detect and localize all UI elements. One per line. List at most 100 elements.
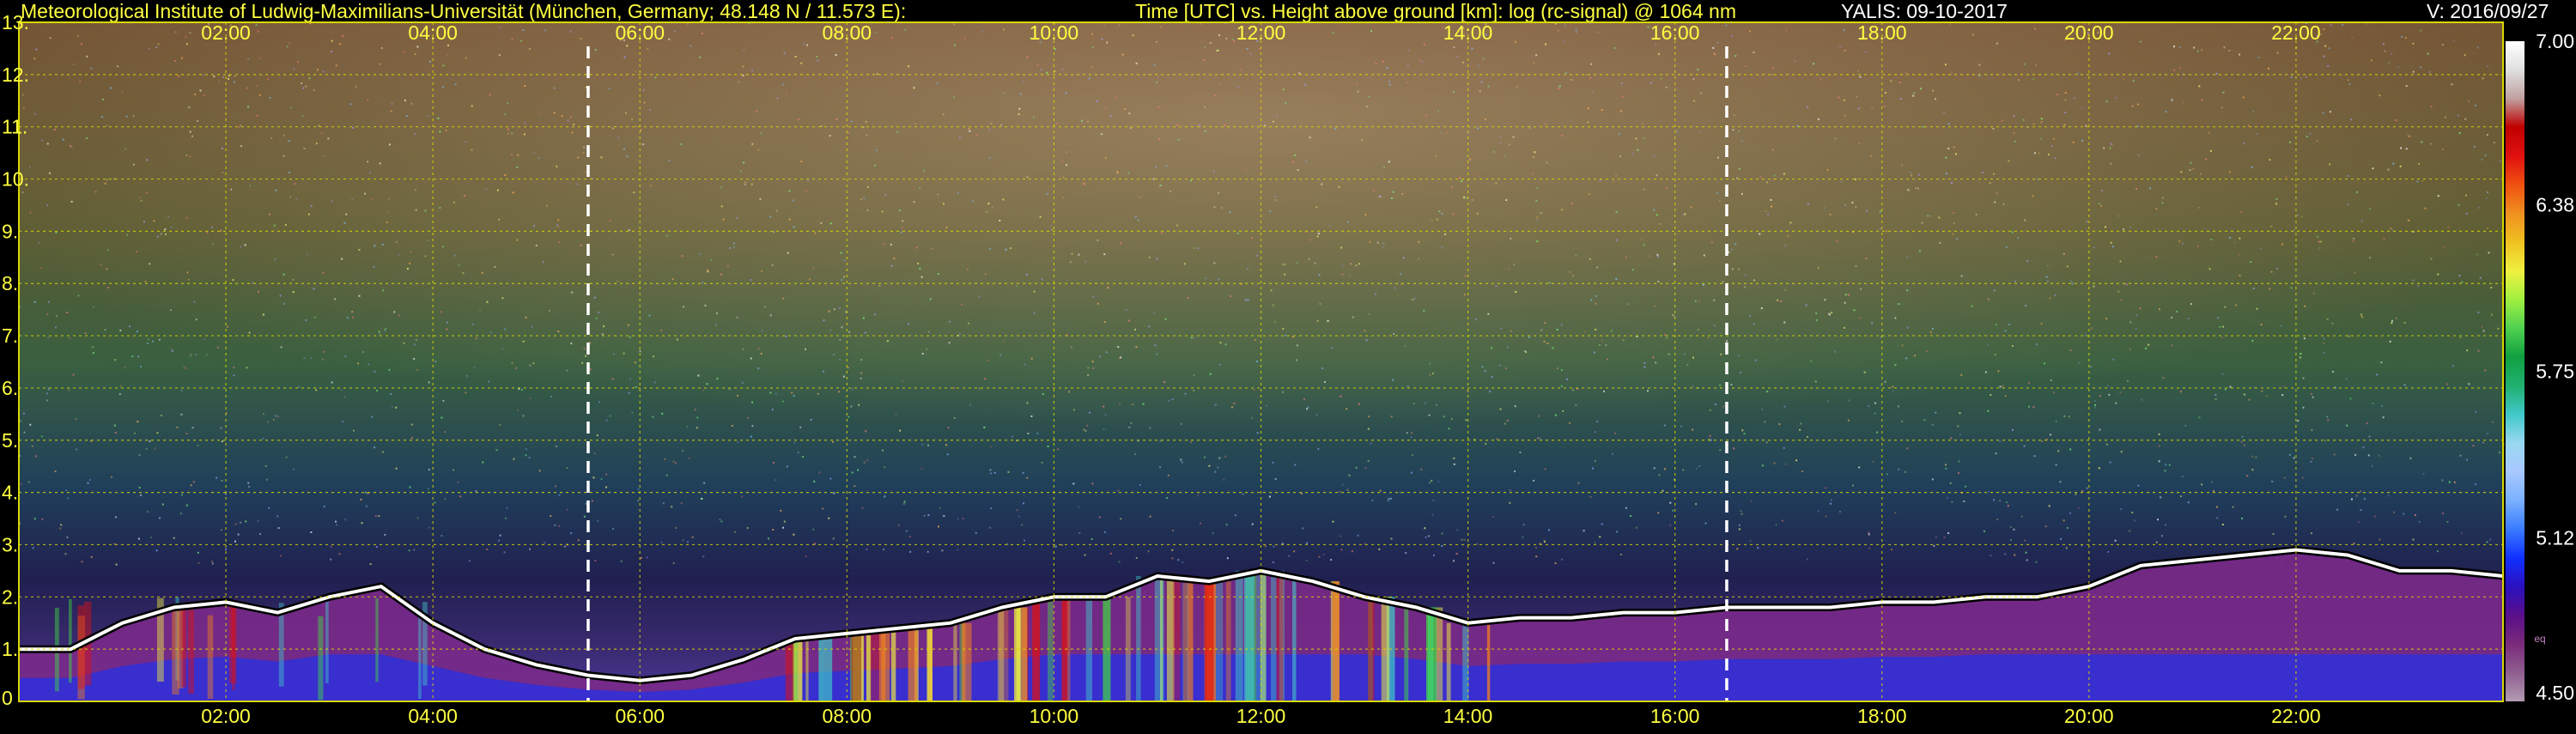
- noise-dot: [580, 38, 582, 40]
- noise-dot: [1098, 516, 1101, 519]
- noise-dot: [690, 45, 692, 47]
- noise-dot: [1253, 388, 1255, 391]
- noise-dot: [2250, 261, 2252, 264]
- noise-dot: [1771, 149, 1774, 151]
- noise-dot: [465, 141, 467, 143]
- noise-dot: [1886, 473, 1888, 476]
- noise-dot: [315, 143, 318, 145]
- noise-dot: [535, 245, 538, 246]
- noise-dot: [902, 380, 904, 383]
- noise-dot: [227, 325, 229, 328]
- plume: [870, 633, 881, 701]
- noise-dot: [701, 33, 703, 34]
- noise-dot: [49, 37, 52, 39]
- noise-dot: [1892, 385, 1894, 388]
- noise-dot: [2064, 112, 2067, 114]
- noise-dot: [1929, 215, 1931, 217]
- noise-dot: [917, 263, 920, 264]
- noise-dot: [1231, 38, 1234, 40]
- noise-dot: [2486, 134, 2488, 136]
- colorbar-tick-label: 7.00: [2536, 30, 2574, 52]
- noise-dot: [945, 226, 948, 228]
- noise-dot: [573, 124, 575, 125]
- noise-dot: [125, 148, 127, 150]
- noise-dot: [953, 23, 956, 26]
- noise-dot: [1554, 562, 1557, 565]
- noise-dot: [179, 513, 182, 515]
- noise-dot: [988, 156, 991, 159]
- noise-dot: [2099, 395, 2101, 397]
- noise-dot: [2437, 273, 2439, 276]
- noise-dot: [178, 75, 180, 77]
- noise-dot: [1464, 275, 1467, 277]
- noise-dot: [1282, 88, 1285, 91]
- noise-dot: [370, 197, 373, 200]
- noise-dot: [1022, 80, 1024, 82]
- noise-dot: [185, 367, 187, 370]
- noise-dot: [629, 336, 631, 338]
- noise-dot: [1949, 482, 1952, 484]
- noise-dot: [1224, 455, 1227, 458]
- noise-dot: [861, 507, 864, 509]
- noise-dot: [81, 43, 82, 45]
- noise-dot: [255, 24, 258, 27]
- noise-dot: [550, 396, 552, 398]
- noise-dot: [937, 193, 939, 196]
- noise-dot: [2063, 415, 2066, 417]
- noise-dot: [427, 488, 429, 490]
- noise-dot: [642, 88, 645, 91]
- noise-dot: [736, 217, 738, 220]
- noise-dot: [284, 224, 287, 226]
- noise-dot: [968, 322, 969, 325]
- noise-dot: [1824, 299, 1826, 301]
- noise-dot: [247, 482, 250, 484]
- noise-dot: [1194, 246, 1196, 249]
- noise-dot: [507, 128, 509, 130]
- noise-dot: [1740, 372, 1742, 373]
- noise-dot: [2110, 162, 2112, 165]
- noise-dot: [1087, 374, 1090, 377]
- noise-dot: [1684, 213, 1686, 215]
- noise-dot: [2430, 143, 2433, 145]
- noise-dot: [2086, 487, 2088, 489]
- noise-dot: [1091, 46, 1094, 49]
- noise-dot: [410, 423, 413, 426]
- noise-dot: [2276, 267, 2278, 270]
- noise-dot: [1585, 74, 1588, 76]
- noise-dot: [1709, 409, 1711, 411]
- noise-dot: [865, 430, 867, 433]
- noise-dot: [1193, 337, 1195, 339]
- noise-dot: [1036, 432, 1039, 434]
- noise-dot: [1410, 471, 1413, 474]
- noise-dot: [1656, 174, 1658, 177]
- noise-dot: [375, 546, 378, 548]
- noise-dot: [2014, 554, 2016, 556]
- noise-dot: [1157, 106, 1160, 108]
- noise-dot: [371, 416, 373, 418]
- noise-dot: [1514, 405, 1516, 408]
- plume: [207, 615, 214, 700]
- noise-dot: [442, 399, 445, 402]
- noise-dot: [525, 454, 527, 457]
- noise-dot: [2234, 304, 2237, 306]
- noise-dot: [2066, 526, 2069, 529]
- noise-dot: [2004, 395, 2007, 397]
- noise-dot: [341, 258, 343, 260]
- noise-dot: [1533, 479, 1535, 482]
- noise-dot: [2256, 133, 2258, 136]
- noise-dot: [2297, 420, 2300, 422]
- noise-dot: [1536, 240, 1539, 242]
- noise-dot: [228, 77, 230, 80]
- noise-dot: [2198, 416, 2201, 419]
- noise-dot: [542, 261, 544, 264]
- noise-dot: [322, 155, 325, 157]
- noise-dot: [1453, 560, 1455, 562]
- noise-dot: [598, 401, 600, 403]
- noise-dot: [1480, 81, 1483, 83]
- noise-dot: [59, 527, 62, 530]
- noise-dot: [2024, 219, 2026, 221]
- noise-dot: [1945, 64, 1947, 66]
- plume: [818, 639, 826, 701]
- noise-dot: [191, 135, 194, 137]
- noise-dot: [1564, 24, 1567, 27]
